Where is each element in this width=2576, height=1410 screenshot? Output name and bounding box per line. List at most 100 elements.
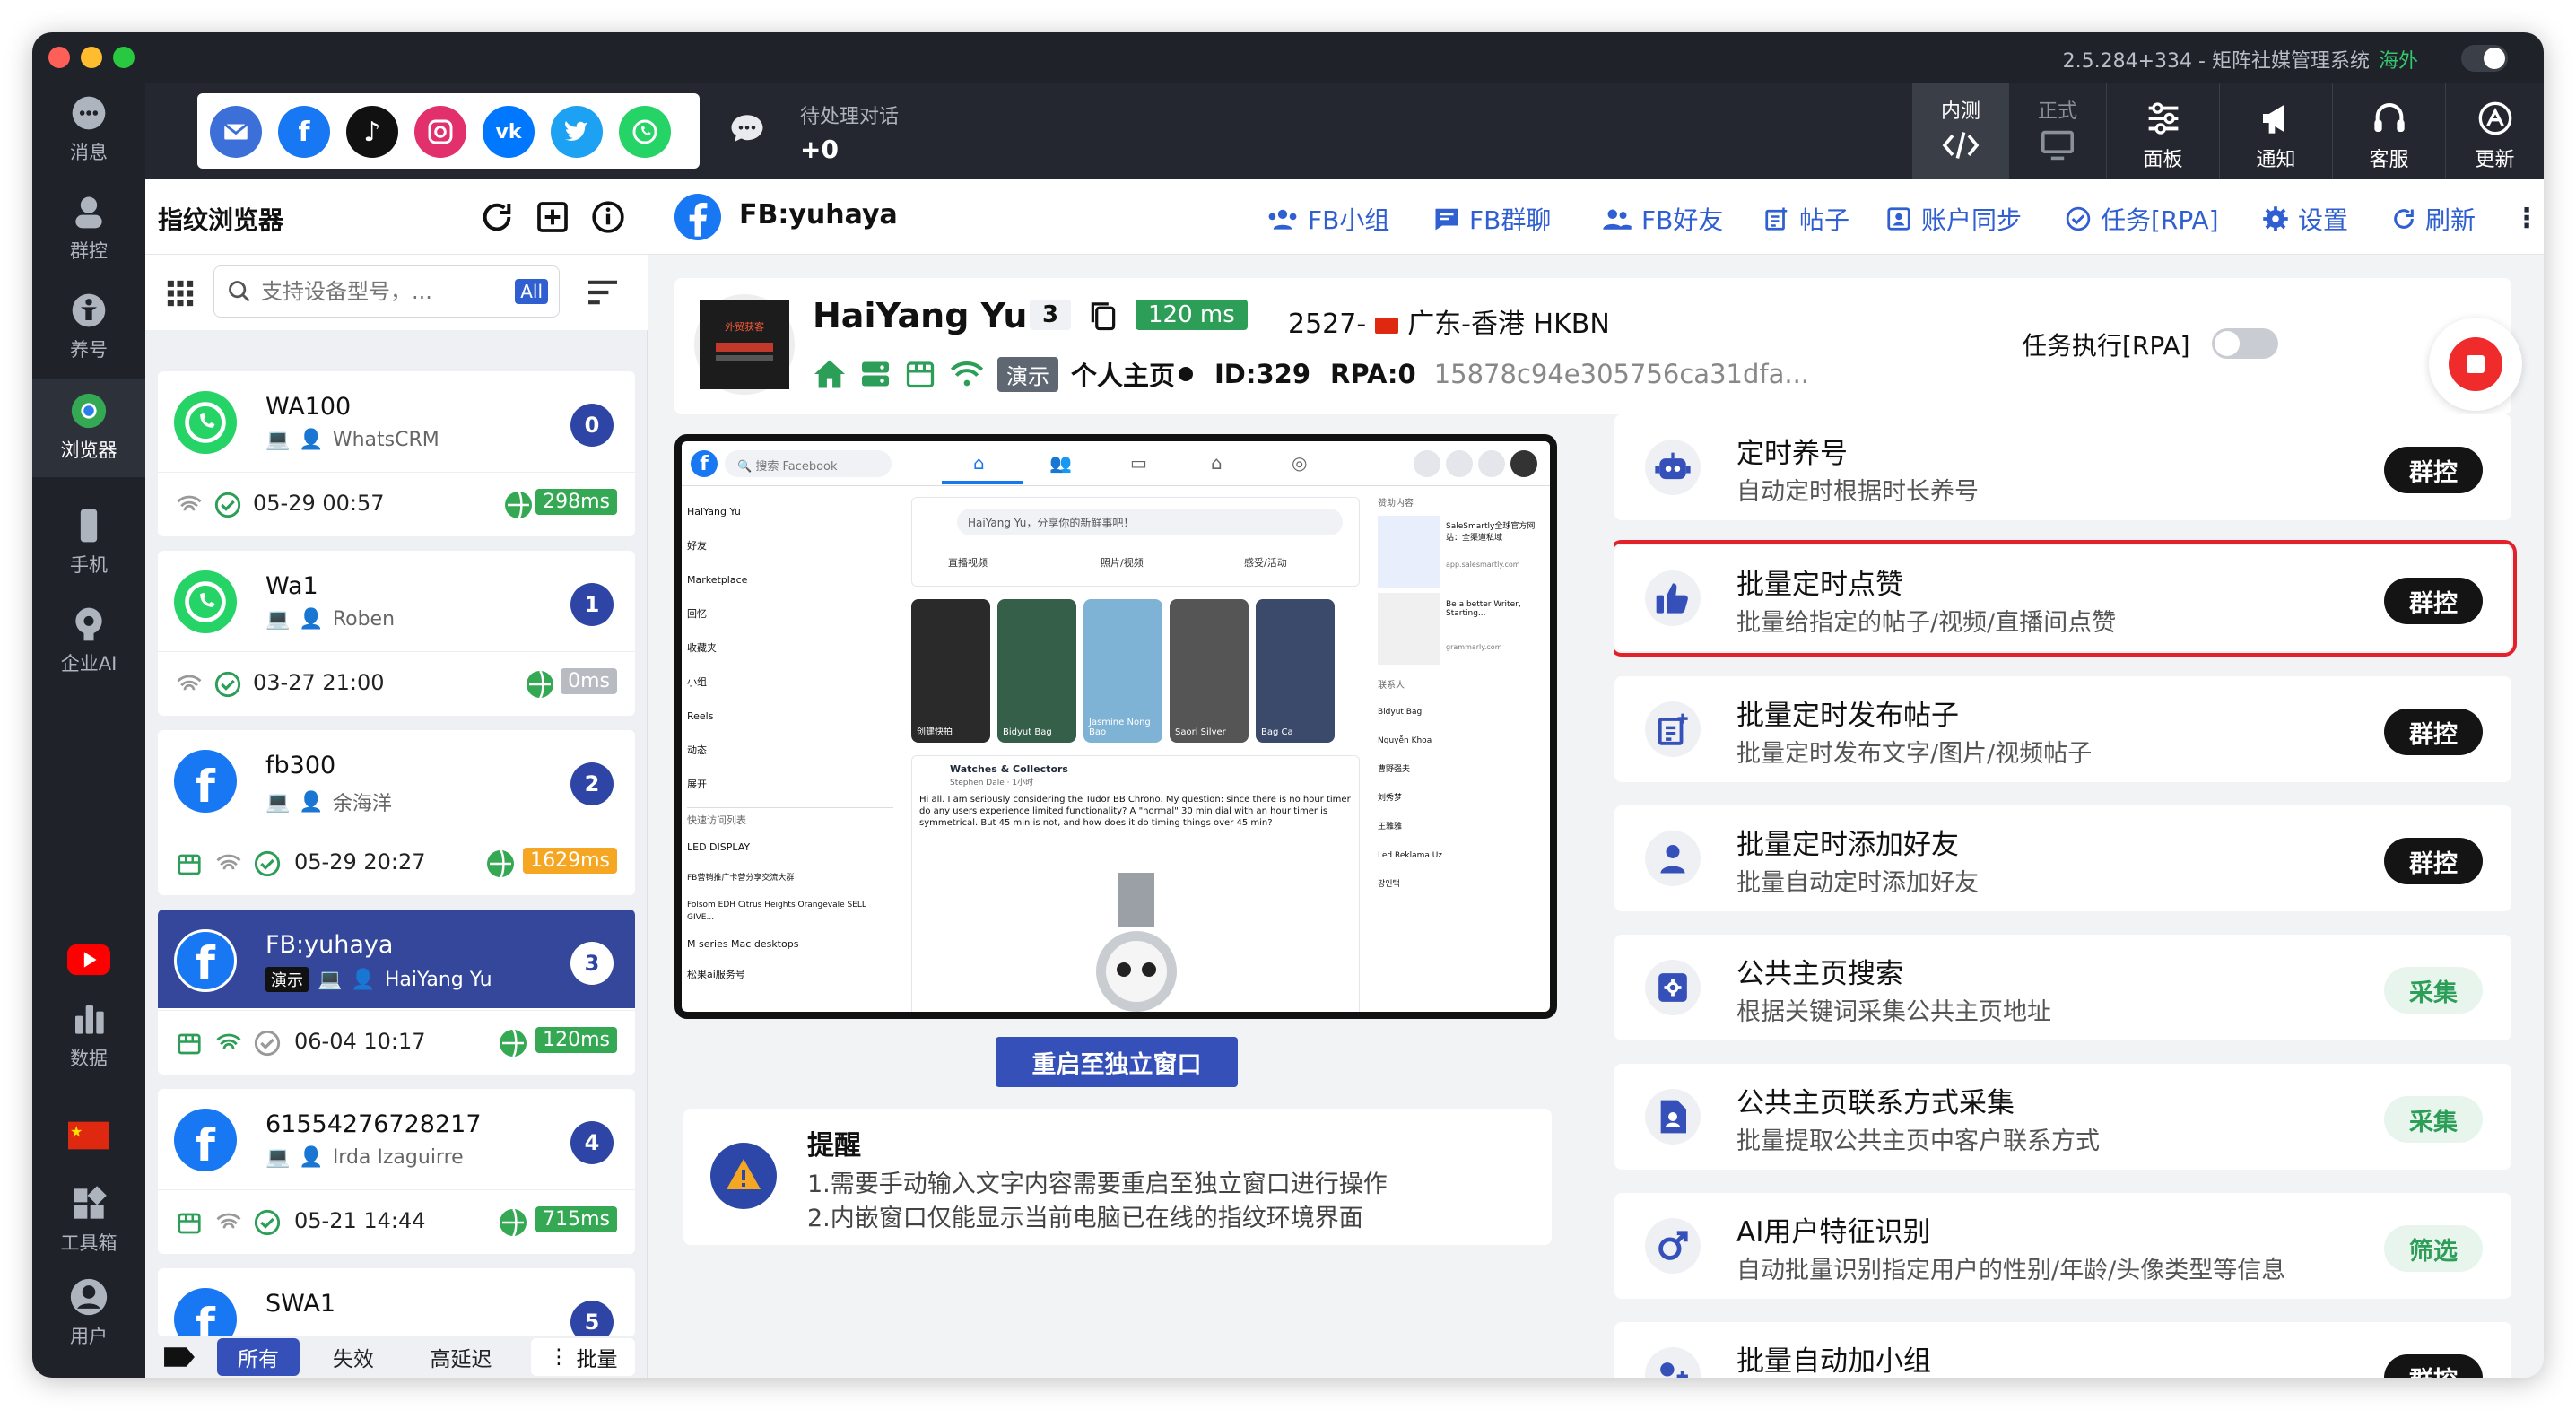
task-action-button[interactable]: 筛选 [2384, 1225, 2483, 1272]
story-card[interactable]: Bag Ca [1256, 599, 1335, 743]
add-square-icon[interactable] [535, 199, 570, 235]
contact-item[interactable]: 曹野强夫 [1378, 755, 1545, 784]
sort-icon[interactable] [585, 278, 621, 307]
story-card[interactable]: Bidyut Bag [997, 599, 1076, 743]
home-icon[interactable] [813, 359, 847, 389]
grid-view-icon[interactable] [165, 278, 196, 309]
messenger-icon[interactable] [1446, 450, 1473, 477]
shortcut-item[interactable]: 松果ai服务号 [687, 960, 893, 990]
task-action-button[interactable]: 采集 [2384, 967, 2483, 1014]
fb-menu-item[interactable]: 动态 [687, 734, 893, 768]
home-icon[interactable]: ⌂ [973, 452, 985, 474]
profile-card[interactable]: Wa1 💻 👤 Roben 1 03-27 21:00 0ms [158, 551, 635, 716]
task-action-button[interactable]: 群控 [2384, 1354, 2483, 1378]
whatsapp-icon[interactable] [619, 106, 671, 158]
minimize-window-button[interactable] [81, 47, 102, 68]
fb-menu-item[interactable]: Reels [687, 700, 893, 734]
fb-search[interactable]: 🔍 搜索 Facebook [725, 450, 892, 477]
refresh-icon[interactable] [479, 199, 515, 235]
nav-data[interactable]: 数据 [32, 997, 145, 1071]
task-card[interactable]: 公共主页搜索 根据关键词采集公共主页地址 采集 [1614, 935, 2511, 1040]
account-avatar[interactable] [1510, 450, 1537, 477]
nav-messages[interactable]: 消息 [32, 91, 145, 165]
settings-link[interactable]: 设置 [2262, 201, 2348, 237]
maximize-window-button[interactable] [113, 47, 135, 68]
email-icon[interactable] [210, 106, 262, 158]
task-card[interactable]: 批量定时发布帖子 批量定时发布文字/图片/视频帖子 群控 [1614, 676, 2511, 782]
contact-item[interactable]: Nguyễn Khoa [1378, 727, 1545, 755]
post-author[interactable]: Watches & Collectors [950, 763, 1068, 775]
update-button[interactable]: 更新 [2445, 83, 2544, 179]
composer-live-video[interactable]: 直播视频 [948, 555, 988, 570]
shortcut-item[interactable]: FB营销推广卡营分享交流大群 [687, 863, 893, 893]
panel-button[interactable]: 面板 [2106, 83, 2219, 179]
refresh-link[interactable]: 刷新 [2391, 201, 2476, 237]
theme-toggle[interactable] [2461, 45, 2508, 72]
ad-card[interactable]: Be a better Writer, Starting... grammarly… [1378, 593, 1545, 670]
gaming-icon[interactable]: ◎ [1292, 452, 1307, 474]
nav-toolbox[interactable]: 工具箱 [32, 1182, 145, 1256]
facebook-icon[interactable]: f [278, 106, 330, 158]
profile-card[interactable]: f SWA1 5 [158, 1268, 635, 1336]
more-vertical-icon[interactable]: ⋮ [2513, 203, 2540, 234]
marketplace-icon[interactable]: ⌂ [1211, 452, 1223, 474]
video-icon[interactable]: ▭ [1130, 452, 1147, 474]
account-sync-link[interactable]: 账户同步 [1885, 201, 2022, 237]
ad-card[interactable]: SaleSmartly全球官方网站：全渠道私域 app.salesmartly.c… [1378, 516, 1545, 593]
profile-card[interactable]: WA100 💻 👤 WhatsCRM 0 05-29 00:57 298ms [158, 371, 635, 536]
menu-icon[interactable] [1414, 450, 1440, 477]
story-card[interactable]: Jasmine Nong Bao [1083, 599, 1162, 743]
batch-button[interactable]: ⋮ 批量 [531, 1338, 635, 1376]
contact-item[interactable]: 강인택 [1378, 870, 1545, 899]
task-action-button[interactable]: 群控 [2384, 578, 2483, 624]
contact-item[interactable]: Bidyut Bag [1378, 698, 1545, 727]
rpa-toggle[interactable] [2212, 328, 2278, 359]
fb-menu-item[interactable]: 收藏夹 [687, 631, 893, 666]
fb-menu-item[interactable]: 回忆 [687, 597, 893, 631]
fb-menu-item[interactable]: HaiYang Yu [687, 495, 893, 529]
restart-standalone-button[interactable]: 重启至独立窗口 [996, 1037, 1238, 1087]
twitter-icon[interactable] [551, 106, 603, 158]
shortcut-item[interactable]: LED DISPLAY [687, 832, 893, 863]
nav-language[interactable] [32, 1114, 145, 1161]
fb-menu-item[interactable]: 好友 [687, 529, 893, 563]
nav-nurture[interactable]: 养号 [32, 289, 145, 362]
search-input[interactable] [261, 274, 503, 309]
nav-browser[interactable]: 浏览器 [32, 379, 145, 477]
search-scope-badge[interactable]: All [515, 279, 548, 304]
fb-menu-item[interactable]: Marketplace [687, 563, 893, 597]
copy-icon[interactable] [1089, 300, 1118, 332]
support-button[interactable]: 客服 [2332, 83, 2445, 179]
nav-youtube[interactable] [32, 938, 145, 985]
rpa-tasks-link[interactable]: 任务[RPA] [2065, 201, 2219, 237]
nav-group-control[interactable]: 群控 [32, 190, 145, 264]
task-card[interactable]: 批量定时添加好友 批量自动定时添加好友 群控 [1614, 805, 2511, 911]
homepage-label[interactable]: 个人主页 [1071, 355, 1175, 393]
story-card[interactable]: 创建快拍 [911, 599, 990, 743]
fb-groups-link[interactable]: FB小组 [1266, 201, 1389, 237]
nav-enterprise-ai[interactable]: 企业AI [32, 603, 145, 676]
filter-invalid-button[interactable]: 失效 [312, 1338, 395, 1376]
tiktok-icon[interactable]: ♪ [346, 106, 398, 158]
story-card[interactable]: Saori Silver [1170, 599, 1249, 743]
filter-all-button[interactable]: 所有 [217, 1338, 300, 1376]
task-action-button[interactable]: 群控 [2384, 447, 2483, 493]
tag-icon[interactable] [161, 1344, 197, 1371]
contact-item[interactable]: Led Reklama Uz [1378, 841, 1545, 870]
instagram-icon[interactable] [414, 106, 466, 158]
task-action-button[interactable]: 采集 [2384, 1096, 2483, 1143]
env-prod-toggle[interactable]: 正式 [2009, 83, 2106, 179]
fb-group-chat-link[interactable]: FB群聊 [1433, 201, 1551, 237]
profile-card[interactable]: f 61554276728217 💻 👤 Irda Izaguirre 4 05-2… [158, 1089, 635, 1254]
embedded-browser-preview[interactable]: f 🔍 搜索 Facebook ⌂ 👥 ▭ ⌂ ◎ HaiYang Yu 好友 … [674, 434, 1557, 1019]
nav-phone[interactable]: 手机 [32, 504, 145, 578]
profile-card-selected[interactable]: f FB:yuhaya 演示 💻 👤 HaiYang Yu 3 06-04 10:17… [158, 910, 635, 1075]
fb-friends-link[interactable]: FB好友 [1602, 201, 1723, 237]
notification-icon[interactable] [1478, 450, 1505, 477]
task-card[interactable]: 公共主页联系方式采集 批量提取公共主页中客户联系方式 采集 [1614, 1064, 2511, 1170]
composer-photo-video[interactable]: 照片/视频 [1101, 555, 1144, 570]
pending-conversations[interactable]: 待处理对话 +0 [800, 100, 899, 164]
env-beta-toggle[interactable]: 内测 [1912, 83, 2009, 179]
stop-button[interactable] [2429, 318, 2522, 411]
task-card[interactable]: 定时养号 自动定时根据时长养号 群控 [1614, 414, 2511, 520]
